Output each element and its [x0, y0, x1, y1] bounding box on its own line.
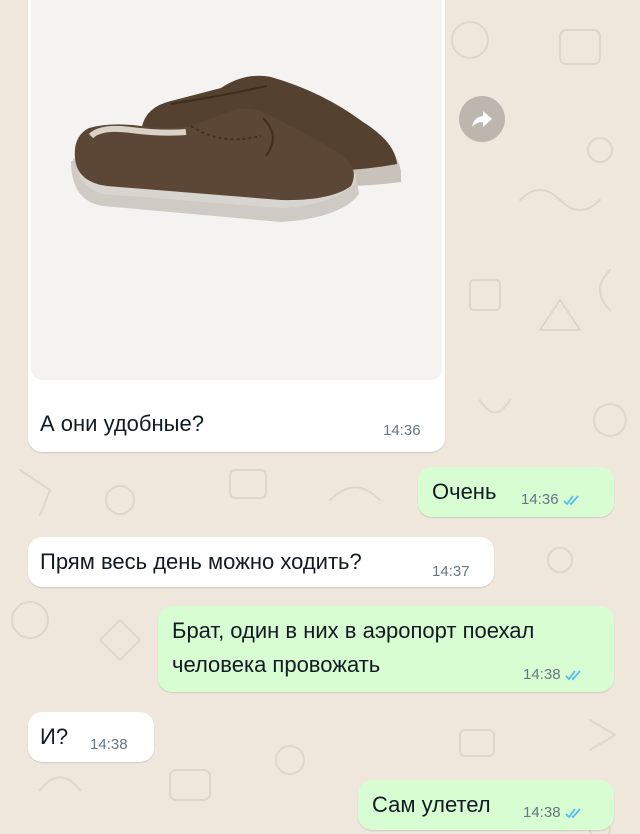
- message-bubble-outgoing[interactable]: Брат, один в них в аэропорт поехал челов…: [158, 606, 614, 692]
- message-bubble-incoming-image[interactable]: А они удобные? 14:36: [28, 0, 445, 452]
- message-time: 14:38: [523, 666, 583, 683]
- message-photo[interactable]: [31, 0, 442, 380]
- message-text-line-1: Брат, один в них в аэропорт поехал: [172, 618, 535, 643]
- forward-button[interactable]: [459, 96, 505, 142]
- message-text: А они удобные?: [40, 411, 204, 436]
- message-time: 14:37: [432, 563, 470, 580]
- double-check-icon: [562, 494, 579, 505]
- message-time: 14:36: [521, 491, 581, 508]
- message-time: 14:38: [90, 736, 128, 753]
- message-text: Очень: [432, 479, 497, 504]
- double-check-icon: [564, 807, 581, 818]
- double-check-icon: [564, 669, 581, 680]
- message-time: 14:38: [523, 804, 583, 821]
- message-time: 14:36: [383, 422, 421, 439]
- message-bubble-incoming[interactable]: Прям весь день можно ходить? 14:37: [28, 537, 494, 587]
- message-text: Прям весь день можно ходить?: [40, 549, 362, 574]
- message-bubble-outgoing[interactable]: Очень 14:36: [418, 467, 614, 517]
- forward-arrow-icon: [472, 111, 492, 127]
- message-text: Сам улетел: [372, 792, 491, 817]
- message-text: И?: [40, 724, 69, 749]
- message-bubble-outgoing[interactable]: Сам улетел 14:38: [358, 780, 614, 830]
- message-text-line-2: человека провожать: [172, 652, 381, 677]
- shoe-photo: [31, 0, 442, 380]
- message-bubble-incoming[interactable]: И? 14:38: [28, 712, 154, 762]
